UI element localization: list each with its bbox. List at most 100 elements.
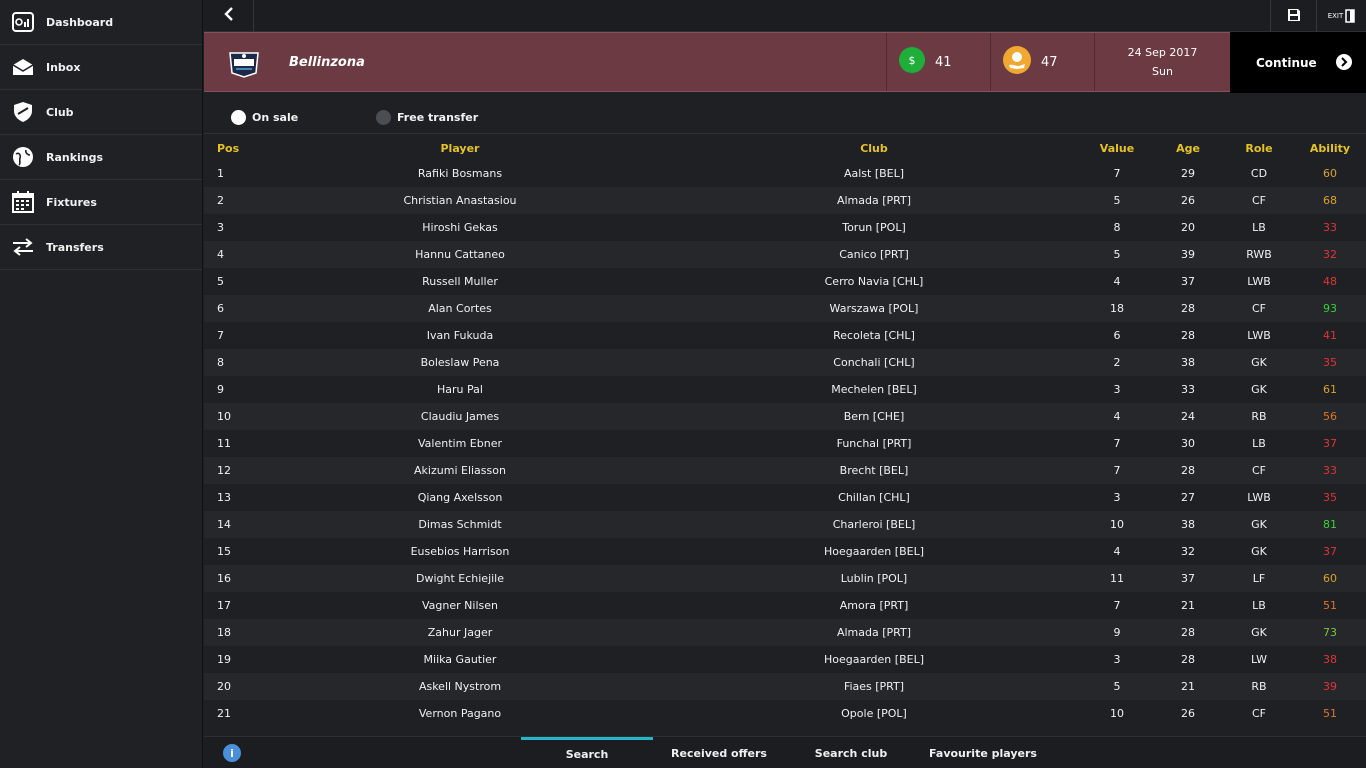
tab-label: Search club [814,746,888,760]
cell-club: Cerro Navia [CHL] [824,275,924,288]
column-header-value[interactable]: Value [1087,138,1147,160]
sidebar-item-transfers[interactable]: Transfers [0,225,202,270]
cell-age: 21 [1181,680,1195,693]
table-row[interactable]: 2 Christian Anastasiou Almada [PRT] 5 26 CF 68 [204,187,1366,214]
save-button[interactable] [1270,0,1316,32]
table-row[interactable]: 11 Valentim Ebner Funchal [PRT] 7 30 LB 37 [204,430,1366,457]
tab-received-offers[interactable]: Received offers [653,737,785,768]
cell-club: Charleroi [BEL] [832,518,916,531]
club-header: Bellinzona $ 41 47 24 Sep 2017 Sun Conti… [204,32,1366,93]
cell-value: 3 [1113,491,1121,504]
column-header-pos[interactable]: Pos [217,138,257,160]
exit-button[interactable]: EXIT [1316,0,1366,32]
table-row[interactable]: 17 Vagner Nilsen Amora [PRT] 7 21 LB 51 [204,592,1366,619]
cell-ability: 35 [1323,356,1337,369]
sidebar-item-rankings[interactable]: Rankings [0,135,202,180]
cell-age: 20 [1181,221,1195,234]
cell-player: Russell Muller [422,275,498,288]
cell-pos: 13 [217,491,231,504]
date-text: 24 Sep 2017 [1127,46,1198,59]
sidebar-item-label: Inbox [46,60,81,74]
cell-age: 30 [1181,437,1195,450]
cell-role: RWB [1246,248,1272,261]
table-row[interactable]: 3 Hiroshi Gekas Torun [POL] 8 20 LB 33 [204,214,1366,241]
coin-balance: 47 [990,33,1094,91]
cell-club: Canico [PRT] [839,248,909,261]
envelope-icon [11,56,34,79]
column-header-player[interactable]: Player [360,138,560,160]
sidebar-item-fixtures[interactable]: Fixtures [0,180,202,225]
table-row[interactable]: 4 Hannu Cattaneo Canico [PRT] 5 39 RWB 32 [204,241,1366,268]
table-row[interactable]: 6 Alan Cortes Warszawa [POL] 18 28 CF 93 [204,295,1366,322]
cell-club: Hoegaarden [BEL] [824,653,924,666]
table-row[interactable]: 7 Ivan Fukuda Recoleta [CHL] 6 28 LWB 41 [204,322,1366,349]
cell-age: 39 [1181,248,1195,261]
cell-player: Valentim Ebner [418,437,502,450]
cell-ability: 61 [1323,383,1337,396]
cell-ability: 48 [1323,275,1337,288]
cell-value: 5 [1113,680,1121,693]
column-header-role[interactable]: Role [1229,138,1289,160]
shield-icon [11,101,34,124]
table-row[interactable]: 1 Rafiki Bosmans Aalst [BEL] 7 29 CD 60 [204,160,1366,187]
table-row[interactable]: 13 Qiang Axelsson Chillan [CHL] 3 27 LWB 35 [204,484,1366,511]
cell-value: 4 [1113,410,1121,423]
free-transfer-radio[interactable]: Free transfer [376,110,478,125]
sidebar-item-inbox[interactable]: Inbox [0,45,202,90]
sidebar-item-label: Rankings [46,150,104,164]
table-row[interactable]: 19 Miika Gautier Hoegaarden [BEL] 3 28 LW 38 [204,646,1366,673]
sidebar-item-club[interactable]: Club [0,90,202,135]
table-row[interactable]: 9 Haru Pal Mechelen [BEL] 3 33 GK 61 [204,376,1366,403]
cell-role: LB [1252,437,1266,450]
cell-ability: 32 [1323,248,1337,261]
table-row[interactable]: 16 Dwight Echiejile Lublin [POL] 11 37 LF 60 [204,565,1366,592]
cell-pos: 9 [217,383,224,396]
sidebar-item-label: Dashboard [46,15,114,29]
cell-role: CF [1251,302,1266,315]
cell-ability: 37 [1323,545,1337,558]
cell-player: Hiroshi Gekas [422,221,498,234]
table-row[interactable]: 21 Vernon Pagano Opole [POL] 10 26 CF 51 [204,700,1366,727]
info-icon[interactable]: i [223,744,241,762]
back-button[interactable] [204,0,254,32]
table-row[interactable]: 12 Akizumi Eliasson Brecht [BEL] 7 28 CF 33 [204,457,1366,484]
cell-role: GK [1251,626,1267,639]
cell-club: Almada [PRT] [836,194,912,207]
cell-pos: 2 [217,194,224,207]
cell-player: Christian Anastasiou [403,194,517,207]
table-row[interactable]: 8 Boleslaw Pena Conchali [CHL] 2 38 GK 35 [204,349,1366,376]
tab-favourite-players[interactable]: Favourite players [917,737,1049,768]
cell-player: Claudiu James [420,410,500,423]
cell-age: 21 [1181,599,1195,612]
cell-value: 3 [1113,383,1121,396]
cell-club: Mechelen [BEL] [831,383,917,396]
table-row[interactable]: 15 Eusebios Harrison Hoegaarden [BEL] 4 32 GK… [204,538,1366,565]
column-header-age[interactable]: Age [1158,138,1218,160]
cell-value: 7 [1113,167,1121,180]
cell-pos: 8 [217,356,224,369]
floppy-disk-icon [1287,7,1301,26]
cell-pos: 6 [217,302,224,315]
tab-search[interactable]: Search [521,737,653,768]
cell-role: RB [1251,680,1267,693]
cell-club: Opole [POL] [841,707,907,720]
cell-value: 7 [1113,437,1121,450]
continue-button[interactable]: Continue [1230,32,1366,93]
table-row[interactable]: 18 Zahur Jager Almada [PRT] 9 28 GK 73 [204,619,1366,646]
table-row[interactable]: 20 Askell Nystrom Fiaes [PRT] 5 21 RB 39 [204,673,1366,700]
on-sale-radio[interactable]: On sale [231,110,298,125]
cell-value: 10 [1110,707,1124,720]
table-row[interactable]: 14 Dimas Schmidt Charleroi [BEL] 10 38 GK 81 [204,511,1366,538]
tab-search-club[interactable]: Search club [785,737,917,768]
cell-player: Dwight Echiejile [415,572,505,585]
sidebar-item-dashboard[interactable]: Dashboard [0,0,202,45]
cell-player: Qiang Axelsson [417,491,503,504]
column-header-ability[interactable]: Ability [1300,138,1360,160]
column-header-club[interactable]: Club [774,138,974,160]
cell-pos: 16 [217,572,231,585]
cell-ability: 33 [1323,464,1337,477]
cell-club: Amora [PRT] [839,599,909,612]
table-row[interactable]: 10 Claudiu James Bern [CHE] 4 24 RB 56 [204,403,1366,430]
cell-value: 18 [1110,302,1124,315]
table-row[interactable]: 5 Russell Muller Cerro Navia [CHL] 4 37 LWB 48 [204,268,1366,295]
